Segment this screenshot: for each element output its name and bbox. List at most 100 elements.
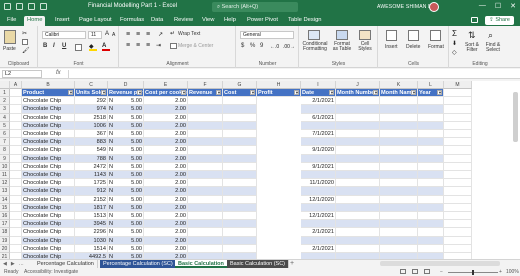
table-cell[interactable] — [380, 154, 418, 163]
table-cell[interactable]: Chocolate Chip — [22, 212, 75, 221]
table-header-cell[interactable]: Date ▼ — [301, 89, 336, 98]
table-cell[interactable]: Chocolate Chip — [22, 154, 75, 163]
align-bottom-icon[interactable]: ≡ — [146, 31, 150, 38]
filter-dropdown-icon[interactable]: ▼ — [250, 90, 255, 95]
table-cell[interactable]: N 5.00 — [108, 154, 144, 163]
table-cell[interactable] — [223, 228, 257, 237]
filter-dropdown-icon[interactable]: ▼ — [137, 90, 142, 95]
cell-styles-icon[interactable] — [359, 30, 371, 40]
avatar[interactable] — [429, 2, 439, 12]
table-cell[interactable]: 2296 — [75, 228, 108, 237]
table-cell[interactable]: Chocolate Chip — [22, 171, 75, 180]
table-cell[interactable]: 1725 — [75, 179, 108, 188]
table-cell[interactable]: 2472 — [75, 162, 108, 171]
orientation-icon[interactable]: ↗ — [158, 31, 163, 38]
table-cell[interactable] — [188, 154, 223, 163]
table-cell[interactable] — [336, 236, 380, 245]
table-cell[interactable] — [380, 187, 418, 196]
tab-view[interactable]: View — [199, 16, 217, 26]
delete-cells-icon[interactable] — [408, 30, 419, 41]
filter-dropdown-icon[interactable]: ▼ — [437, 90, 442, 95]
table-cell[interactable]: 2.00 — [144, 203, 188, 212]
table-cell[interactable] — [380, 228, 418, 237]
table-cell[interactable]: Chocolate Chip — [22, 130, 75, 139]
page-break-view-icon[interactable] — [424, 269, 430, 274]
table-cell[interactable] — [188, 162, 223, 171]
table-cell[interactable]: N 5.00 — [108, 171, 144, 180]
bold-button[interactable]: B — [43, 43, 47, 49]
comments-icon[interactable] — [471, 17, 478, 23]
table-cell[interactable]: N 5.00 — [108, 179, 144, 188]
table-cell[interactable] — [418, 113, 444, 122]
table-cell[interactable]: 2.00 — [144, 212, 188, 221]
table-cell[interactable]: N 5.00 — [108, 146, 144, 155]
row-header[interactable]: 4 — [0, 113, 10, 122]
table-cell[interactable] — [336, 154, 380, 163]
table-cell[interactable]: N 5.00 — [108, 162, 144, 171]
table-cell[interactable] — [10, 203, 22, 212]
table-cell[interactable] — [223, 195, 257, 204]
font-color-icon[interactable]: A — [102, 43, 110, 51]
underline-button[interactable]: U — [62, 43, 66, 49]
row-header[interactable]: 9 — [0, 154, 10, 163]
table-cell[interactable] — [301, 113, 336, 122]
table-cell[interactable] — [10, 130, 22, 139]
table-cell[interactable]: Chocolate Chip — [22, 113, 75, 122]
table-cell[interactable] — [418, 162, 444, 171]
table-cell[interactable] — [418, 121, 444, 130]
format-as-table-icon[interactable] — [336, 30, 348, 40]
table-cell[interactable]: 2.00 — [144, 220, 188, 229]
column-header-f[interactable]: F — [188, 81, 223, 89]
table-cell[interactable] — [10, 113, 22, 122]
table-header-cell[interactable]: Units Sold ▼ — [75, 89, 108, 98]
table-cell[interactable] — [336, 130, 380, 139]
merge-center-icon[interactable] — [170, 43, 177, 49]
row-header[interactable]: 2 — [0, 97, 10, 106]
table-cell[interactable] — [10, 228, 22, 237]
row-header[interactable]: 16 — [0, 212, 10, 221]
table-cell[interactable] — [188, 195, 223, 204]
table-cell[interactable] — [188, 203, 223, 212]
cell[interactable] — [444, 105, 472, 114]
conditional-formatting-button[interactable]: Conditional Formatting — [302, 42, 328, 52]
column-header-m[interactable]: M — [444, 81, 472, 89]
table-cell[interactable] — [336, 212, 380, 221]
table-cell[interactable]: 2.00 — [144, 179, 188, 188]
column-header-b[interactable]: B — [22, 81, 75, 89]
tab-home[interactable]: Home — [24, 16, 46, 26]
font-size-select[interactable]: 11 — [88, 31, 102, 39]
table-header-cell[interactable]: Month Number ▼ — [336, 89, 380, 98]
table-cell[interactable] — [10, 187, 22, 196]
table-cell[interactable]: N 5.00 — [108, 187, 144, 196]
table-cell[interactable] — [418, 146, 444, 155]
filter-dropdown-icon[interactable]: ▼ — [373, 90, 378, 95]
table-cell[interactable] — [223, 130, 257, 139]
table-cell[interactable]: N 5.00 — [108, 97, 144, 106]
table-cell[interactable]: N 5.00 — [108, 130, 144, 139]
table-cell[interactable] — [380, 203, 418, 212]
increase-decimal-icon[interactable]: ←.0 — [270, 44, 279, 50]
cell-a1[interactable] — [10, 89, 22, 98]
copy-icon[interactable] — [22, 39, 28, 45]
tab-page-layout[interactable]: Page Layout — [76, 16, 115, 26]
align-middle-icon[interactable]: ≡ — [136, 31, 140, 38]
table-cell[interactable] — [418, 236, 444, 245]
comma-button[interactable]: 9 — [260, 43, 263, 49]
table-cell[interactable] — [223, 171, 257, 180]
table-cell[interactable] — [301, 130, 336, 139]
table-cell[interactable] — [380, 105, 418, 114]
table-cell[interactable]: 788 — [75, 154, 108, 163]
zoom-out-button[interactable]: − — [440, 269, 443, 275]
table-cell[interactable] — [380, 113, 418, 122]
table-cell[interactable] — [301, 154, 336, 163]
font-name-select[interactable]: Calibri — [42, 31, 86, 39]
table-cell[interactable] — [10, 162, 22, 171]
table-cell[interactable] — [336, 113, 380, 122]
prev-sheet-icon[interactable]: ◀ — [3, 261, 7, 267]
share-button[interactable]: ⇪ Share — [485, 16, 514, 25]
table-cell[interactable] — [223, 154, 257, 163]
table-cell[interactable] — [301, 171, 336, 180]
sheet-tab-percentage-calculation[interactable]: Percentage Calculation — [34, 260, 98, 268]
cell[interactable] — [444, 203, 472, 212]
table-header-cell[interactable]: Year ▼ — [418, 89, 444, 98]
